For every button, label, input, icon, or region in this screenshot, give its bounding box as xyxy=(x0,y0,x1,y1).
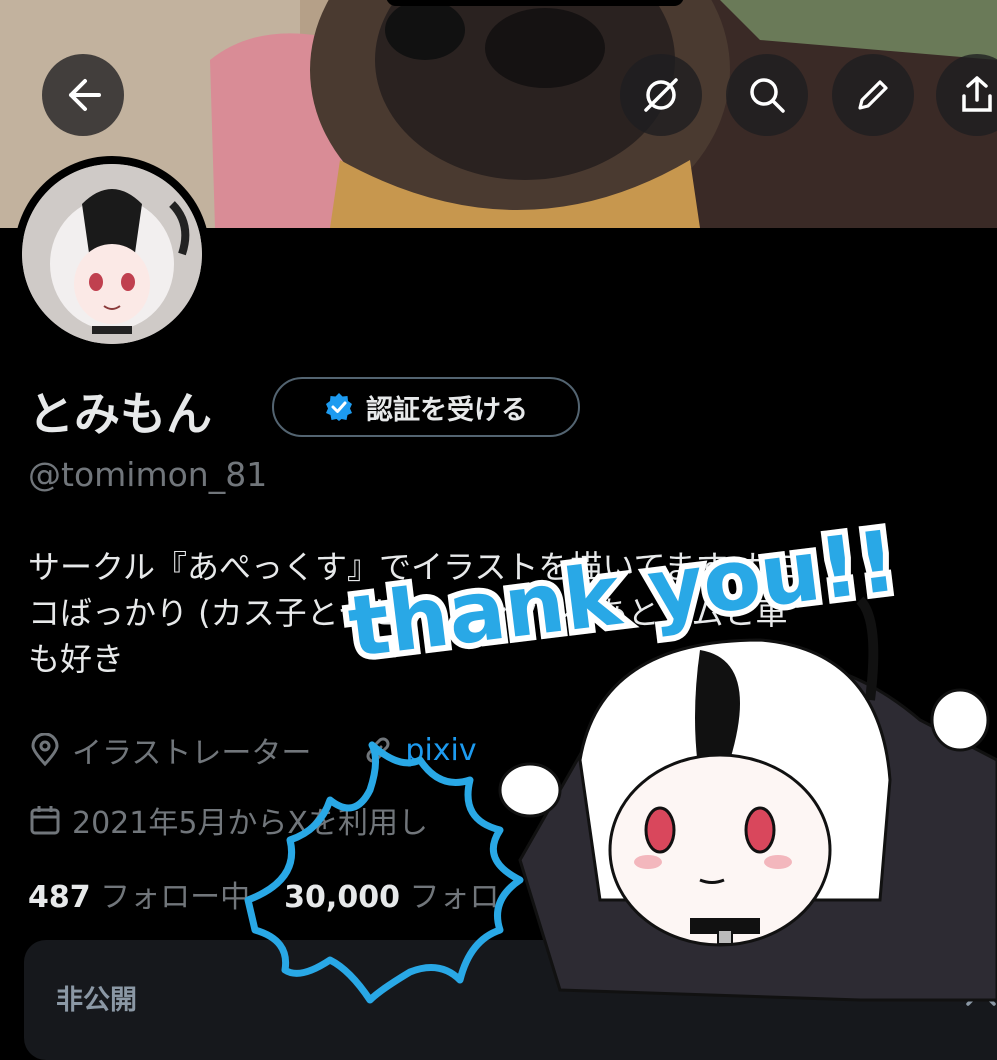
share-icon xyxy=(962,76,992,112)
back-arrow-icon xyxy=(69,79,101,111)
avatar-image xyxy=(22,164,202,344)
followers-link[interactable]: 30,000 フォロ xyxy=(284,872,499,916)
get-verified-button[interactable]: 認証を受ける xyxy=(272,377,580,437)
back-button[interactable] xyxy=(42,54,124,136)
display-name: とみもん xyxy=(28,387,212,441)
avatar[interactable] xyxy=(14,156,210,352)
calendar-icon xyxy=(30,806,60,835)
bio-line: コばっかり (カス子とセヒナ とシグレ) あとジムと車 xyxy=(28,594,788,632)
followers-label: フォロ xyxy=(409,880,500,915)
following-link[interactable]: 487 フォロー中 xyxy=(28,872,250,916)
get-verified-label: 認証を受ける xyxy=(366,394,528,426)
search-button[interactable] xyxy=(726,54,808,136)
followers-count: 30,000 xyxy=(284,880,400,915)
mute-button[interactable] xyxy=(620,54,702,136)
profile-meta-row: 2021年5月からXを利用し xyxy=(28,798,428,842)
private-label: 非公開 xyxy=(56,985,137,1016)
bio: サークル『あぺっくす』でイラストを描いてます カヨ コばっかり (カス子とセヒナ… xyxy=(28,544,997,682)
edit-button[interactable] xyxy=(832,54,914,136)
location-icon xyxy=(31,733,59,767)
join-date: 2021年5月からXを利用し xyxy=(72,806,428,841)
pencil-icon xyxy=(858,80,888,110)
bio-line: サークル『あぺっくす』でイラストを描いてます カヨ xyxy=(28,548,803,586)
private-account-notice xyxy=(24,940,997,1060)
link-icon xyxy=(366,737,390,763)
close-icon[interactable] xyxy=(960,968,997,1014)
profile-job: イラストレーター xyxy=(72,736,312,771)
following-count: 487 xyxy=(28,880,91,915)
mute-icon xyxy=(644,78,678,112)
bio-line: も好き xyxy=(28,640,125,678)
following-label: フォロー中 xyxy=(100,880,251,915)
dynamic-island xyxy=(386,0,684,6)
search-icon xyxy=(750,78,785,113)
profile-meta-row: イラストレーター pixiv xyxy=(28,728,477,772)
follow-stats: 487 フォロー中 30,000 フォロ xyxy=(28,872,500,916)
verified-badge-icon xyxy=(326,393,352,421)
user-handle: @tomimon_81 xyxy=(28,455,268,494)
profile-link[interactable]: pixiv xyxy=(405,733,476,768)
